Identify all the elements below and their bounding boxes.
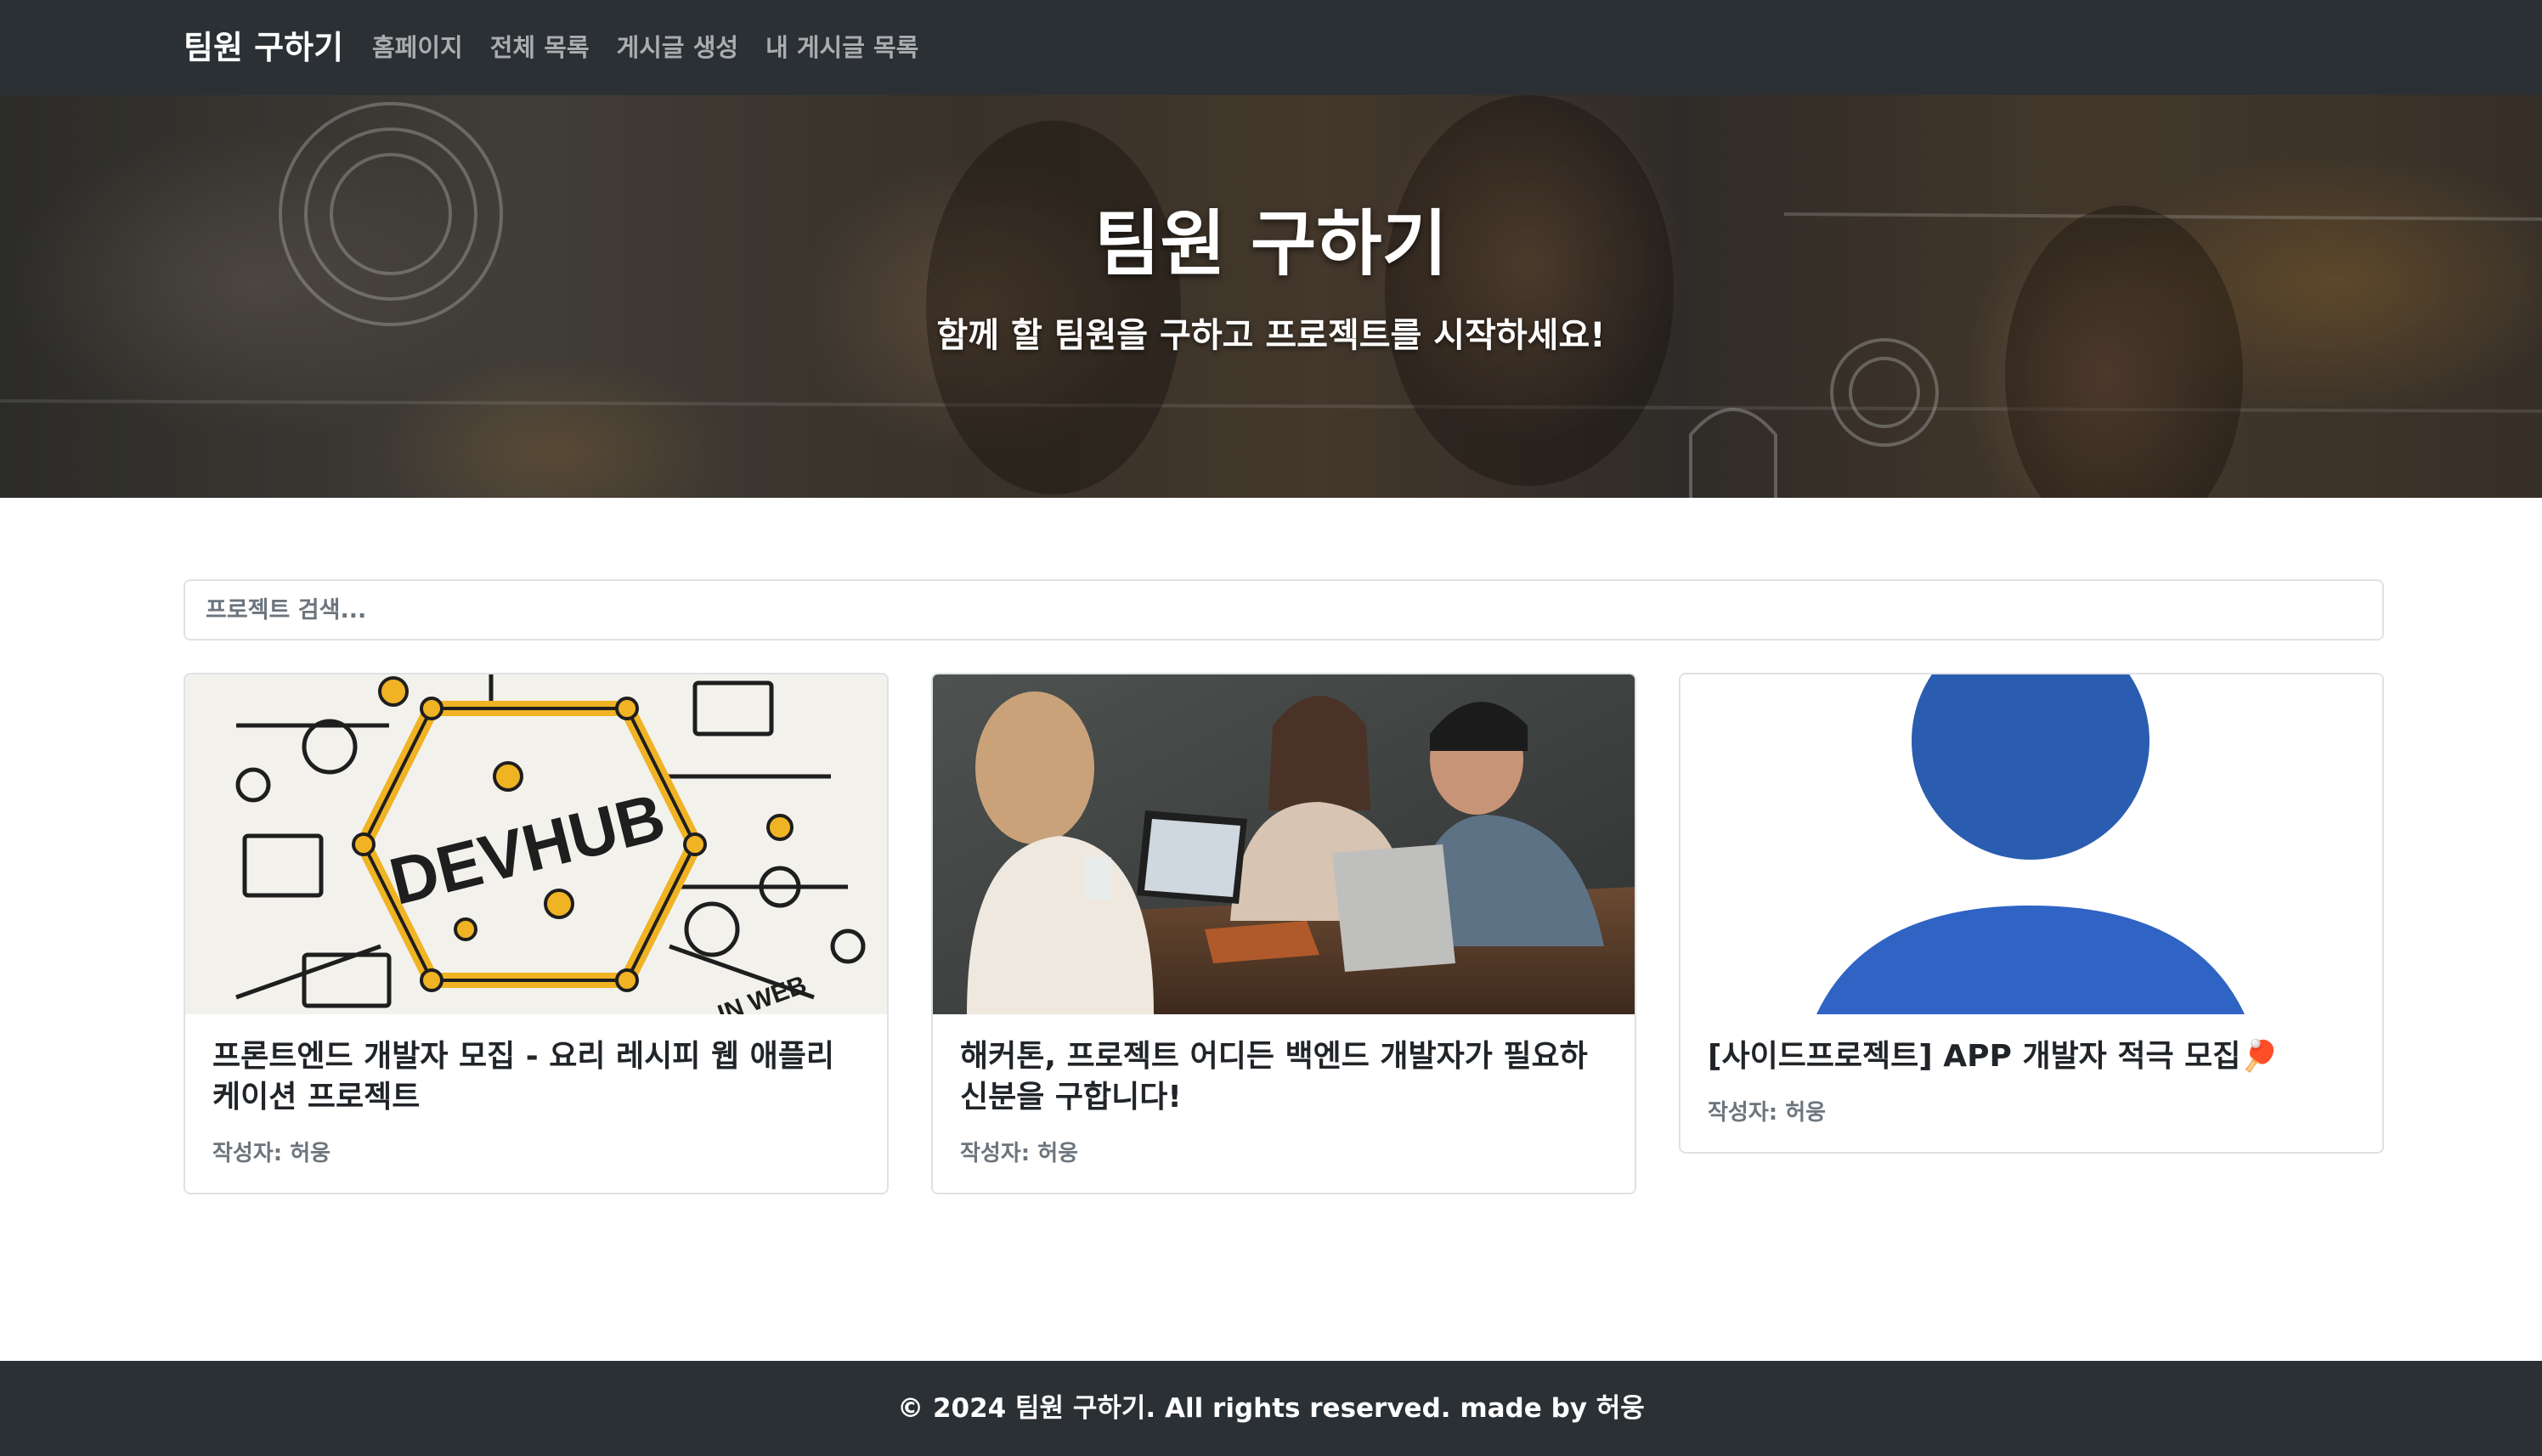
card-title: 해커톤, 프로젝트 어디든 백엔드 개발자가 필요하신분을 구합니다! — [960, 1039, 1588, 1115]
card-body: 프론트엔드 개발자 모집 - 요리 레시피 웹 애플리케이션 프로젝트 작성자:… — [185, 1014, 887, 1193]
devhub-illustration: DEVHUB IN WEB — [185, 674, 887, 1014]
card-body: [사이드프로젝트] APP 개발자 적극 모집🏓 작성자: 허웅 — [1681, 1014, 2382, 1152]
hero-banner: 팀원 구하기 함께 할 팀원을 구하고 프로젝트를 시작하세요! — [0, 95, 2542, 498]
team-meeting-photo — [933, 674, 1635, 1014]
user-avatar-placeholder-icon — [1816, 674, 2245, 1014]
card-author: 작성자: 허웅 — [960, 1141, 1079, 1166]
project-card[interactable]: 해커톤, 프로젝트 어디든 백엔드 개발자가 필요하신분을 구합니다! 작성자:… — [931, 673, 1636, 1194]
card-author: 작성자: 허웅 — [212, 1141, 331, 1166]
project-card[interactable]: DEVHUB IN WEB 프론트엔드 개발자 모집 - 요리 레시피 웹 애플… — [184, 673, 889, 1194]
hero-title: 팀원 구하기 — [1094, 202, 1448, 285]
card-image-team-photo — [933, 674, 1635, 1014]
nav-links: 홈페이지 전체 목록 게시글 생성 내 게시글 목록 — [372, 24, 918, 71]
project-search-input[interactable] — [184, 579, 2384, 641]
footer: © 2024 팀원 구하기. All rights reserved. made… — [0, 1361, 2542, 1456]
brand-link[interactable]: 팀원 구하기 — [184, 24, 343, 71]
card-image-avatar — [1681, 674, 2382, 1014]
navbar: 팀원 구하기 홈페이지 전체 목록 게시글 생성 내 게시글 목록 — [0, 0, 2542, 95]
hero-subtitle: 함께 할 팀원을 구하고 프로젝트를 시작하세요! — [936, 316, 1606, 355]
nav-link-home[interactable]: 홈페이지 — [372, 24, 463, 71]
card-author: 작성자: 허웅 — [1708, 1100, 1827, 1126]
nav-link-my-posts[interactable]: 내 게시글 목록 — [765, 24, 918, 71]
card-body: 해커톤, 프로젝트 어디든 백엔드 개발자가 필요하신분을 구합니다! 작성자:… — [933, 1014, 1635, 1193]
nav-link-all-list[interactable]: 전체 목록 — [490, 24, 590, 71]
footer-copyright: © 2024 팀원 구하기. All rights reserved. made… — [897, 1393, 1645, 1424]
card-image-devhub: DEVHUB IN WEB — [185, 674, 887, 1014]
project-card[interactable]: [사이드프로젝트] APP 개발자 적극 모집🏓 작성자: 허웅 — [1679, 673, 2384, 1154]
card-title: 프론트엔드 개발자 모집 - 요리 레시피 웹 애플리케이션 프로젝트 — [212, 1039, 834, 1115]
hero-overlay — [0, 95, 2542, 498]
nav-link-create-post[interactable]: 게시글 생성 — [617, 24, 739, 71]
card-title: [사이드프로젝트] APP 개발자 적극 모집🏓 — [1708, 1039, 2279, 1074]
